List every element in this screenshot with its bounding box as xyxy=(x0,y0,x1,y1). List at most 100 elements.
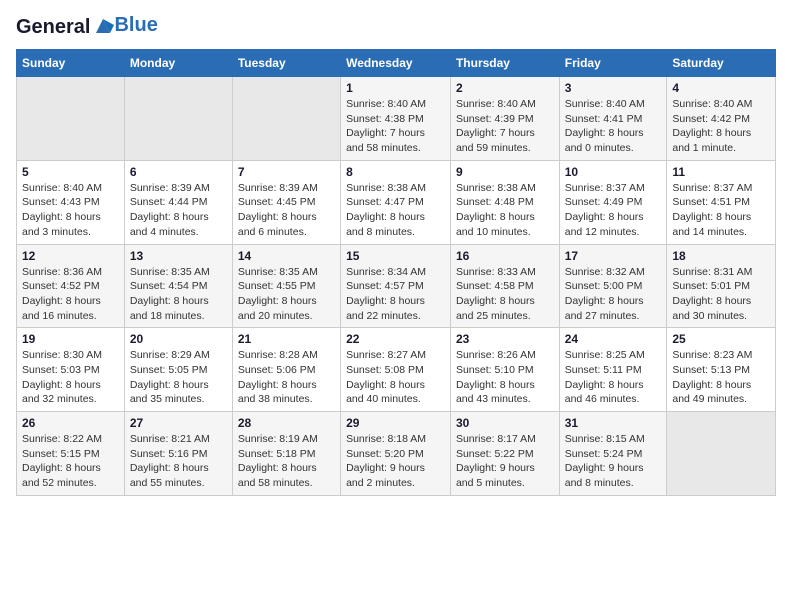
logo: General Blue xyxy=(16,16,158,39)
day-number: 29 xyxy=(346,416,445,430)
day-number: 16 xyxy=(456,249,554,263)
day-content: Sunrise: 8:21 AM Sunset: 5:16 PM Dayligh… xyxy=(130,432,227,491)
calendar-cell: 12 Sunrise: 8:36 AM Sunset: 4:52 PM Dayli… xyxy=(17,244,125,328)
day-number: 5 xyxy=(22,165,119,179)
calendar-cell: 15 Sunrise: 8:34 AM Sunset: 4:57 PM Dayli… xyxy=(341,244,451,328)
day-content: Sunrise: 8:15 AM Sunset: 5:24 PM Dayligh… xyxy=(565,432,662,491)
day-content: Sunrise: 8:27 AM Sunset: 5:08 PM Dayligh… xyxy=(346,348,445,407)
calendar-cell xyxy=(124,77,232,161)
calendar-cell: 23 Sunrise: 8:26 AM Sunset: 5:10 PM Dayli… xyxy=(450,328,559,412)
calendar-cell: 7 Sunrise: 8:39 AM Sunset: 4:45 PM Daylig… xyxy=(232,160,340,244)
weekday-header-cell: Wednesday xyxy=(341,50,451,77)
day-number: 24 xyxy=(565,332,662,346)
calendar-cell: 16 Sunrise: 8:33 AM Sunset: 4:58 PM Dayli… xyxy=(450,244,559,328)
day-number: 3 xyxy=(565,81,662,95)
calendar-cell: 9 Sunrise: 8:38 AM Sunset: 4:48 PM Daylig… xyxy=(450,160,559,244)
calendar-cell: 18Sunrise: 8:31 AM Sunset: 5:01 PM Dayli… xyxy=(667,244,776,328)
calendar-cell xyxy=(667,412,776,496)
calendar-table: SundayMondayTuesdayWednesdayThursdayFrid… xyxy=(16,49,776,496)
day-content: Sunrise: 8:29 AM Sunset: 5:05 PM Dayligh… xyxy=(130,348,227,407)
day-number: 1 xyxy=(346,81,445,95)
day-content: Sunrise: 8:39 AM Sunset: 4:45 PM Dayligh… xyxy=(238,181,335,240)
day-content: Sunrise: 8:28 AM Sunset: 5:06 PM Dayligh… xyxy=(238,348,335,407)
day-content: Sunrise: 8:23 AM Sunset: 5:13 PM Dayligh… xyxy=(672,348,770,407)
day-number: 26 xyxy=(22,416,119,430)
calendar-cell: 19 Sunrise: 8:30 AM Sunset: 5:03 PM Dayli… xyxy=(17,328,125,412)
day-number: 30 xyxy=(456,416,554,430)
weekday-header-cell: Tuesday xyxy=(232,50,340,77)
calendar-cell: 2 Sunrise: 8:40 AM Sunset: 4:39 PM Daylig… xyxy=(450,77,559,161)
day-content: Sunrise: 8:19 AM Sunset: 5:18 PM Dayligh… xyxy=(238,432,335,491)
logo-general: General xyxy=(16,16,90,39)
calendar-cell: 26 Sunrise: 8:22 AM Sunset: 5:15 PM Dayli… xyxy=(17,412,125,496)
calendar-cell: 3 Sunrise: 8:40 AM Sunset: 4:41 PM Daylig… xyxy=(559,77,667,161)
day-content: Sunrise: 8:40 AM Sunset: 4:38 PM Dayligh… xyxy=(346,97,445,156)
logo-icon: General Blue xyxy=(16,16,158,39)
day-content: Sunrise: 8:36 AM Sunset: 4:52 PM Dayligh… xyxy=(22,265,119,324)
calendar-cell: 31 Sunrise: 8:15 AM Sunset: 5:24 PM Dayli… xyxy=(559,412,667,496)
day-number: 19 xyxy=(22,332,119,346)
calendar-cell: 30 Sunrise: 8:17 AM Sunset: 5:22 PM Dayli… xyxy=(450,412,559,496)
calendar-cell: 10 Sunrise: 8:37 AM Sunset: 4:49 PM Dayli… xyxy=(559,160,667,244)
day-number: 31 xyxy=(565,416,662,430)
day-number: 7 xyxy=(238,165,335,179)
calendar-cell: 11Sunrise: 8:37 AM Sunset: 4:51 PM Dayli… xyxy=(667,160,776,244)
calendar-cell: 8 Sunrise: 8:38 AM Sunset: 4:47 PM Daylig… xyxy=(341,160,451,244)
day-content: Sunrise: 8:40 AM Sunset: 4:41 PM Dayligh… xyxy=(565,97,662,156)
day-number: 14 xyxy=(238,249,335,263)
day-content: Sunrise: 8:38 AM Sunset: 4:48 PM Dayligh… xyxy=(456,181,554,240)
day-number: 25 xyxy=(672,332,770,346)
calendar-cell: 21 Sunrise: 8:28 AM Sunset: 5:06 PM Dayli… xyxy=(232,328,340,412)
day-content: Sunrise: 8:38 AM Sunset: 4:47 PM Dayligh… xyxy=(346,181,445,240)
logo-bird-icon xyxy=(92,15,114,37)
weekday-header-cell: Monday xyxy=(124,50,232,77)
calendar-cell: 5Sunrise: 8:40 AM Sunset: 4:43 PM Daylig… xyxy=(17,160,125,244)
calendar-cell xyxy=(17,77,125,161)
day-number: 2 xyxy=(456,81,554,95)
calendar-week-row: 26 Sunrise: 8:22 AM Sunset: 5:15 PM Dayli… xyxy=(17,412,776,496)
day-number: 20 xyxy=(130,332,227,346)
day-content: Sunrise: 8:37 AM Sunset: 4:51 PM Dayligh… xyxy=(672,181,770,240)
day-content: Sunrise: 8:35 AM Sunset: 4:55 PM Dayligh… xyxy=(238,265,335,324)
weekday-header-cell: Friday xyxy=(559,50,667,77)
calendar-cell: 22 Sunrise: 8:27 AM Sunset: 5:08 PM Dayli… xyxy=(341,328,451,412)
day-content: Sunrise: 8:30 AM Sunset: 5:03 PM Dayligh… xyxy=(22,348,119,407)
calendar-week-row: 5Sunrise: 8:40 AM Sunset: 4:43 PM Daylig… xyxy=(17,160,776,244)
day-number: 21 xyxy=(238,332,335,346)
calendar-cell: 17 Sunrise: 8:32 AM Sunset: 5:00 PM Dayli… xyxy=(559,244,667,328)
calendar-cell: 27 Sunrise: 8:21 AM Sunset: 5:16 PM Dayli… xyxy=(124,412,232,496)
logo-blue: Blue xyxy=(114,14,157,37)
day-number: 17 xyxy=(565,249,662,263)
day-content: Sunrise: 8:17 AM Sunset: 5:22 PM Dayligh… xyxy=(456,432,554,491)
calendar-cell: 4Sunrise: 8:40 AM Sunset: 4:42 PM Daylig… xyxy=(667,77,776,161)
day-number: 6 xyxy=(130,165,227,179)
day-content: Sunrise: 8:40 AM Sunset: 4:39 PM Dayligh… xyxy=(456,97,554,156)
day-number: 18 xyxy=(672,249,770,263)
day-number: 28 xyxy=(238,416,335,430)
calendar-cell: 14 Sunrise: 8:35 AM Sunset: 4:55 PM Dayli… xyxy=(232,244,340,328)
weekday-header-cell: Thursday xyxy=(450,50,559,77)
day-number: 12 xyxy=(22,249,119,263)
day-content: Sunrise: 8:32 AM Sunset: 5:00 PM Dayligh… xyxy=(565,265,662,324)
day-content: Sunrise: 8:40 AM Sunset: 4:42 PM Dayligh… xyxy=(672,97,770,156)
day-content: Sunrise: 8:26 AM Sunset: 5:10 PM Dayligh… xyxy=(456,348,554,407)
day-content: Sunrise: 8:34 AM Sunset: 4:57 PM Dayligh… xyxy=(346,265,445,324)
day-number: 9 xyxy=(456,165,554,179)
day-number: 8 xyxy=(346,165,445,179)
calendar-cell: 24Sunrise: 8:25 AM Sunset: 5:11 PM Dayli… xyxy=(559,328,667,412)
weekday-header-cell: Saturday xyxy=(667,50,776,77)
calendar-cell: 13Sunrise: 8:35 AM Sunset: 4:54 PM Dayli… xyxy=(124,244,232,328)
day-number: 10 xyxy=(565,165,662,179)
calendar-week-row: 19 Sunrise: 8:30 AM Sunset: 5:03 PM Dayli… xyxy=(17,328,776,412)
day-number: 22 xyxy=(346,332,445,346)
day-number: 23 xyxy=(456,332,554,346)
calendar-cell xyxy=(232,77,340,161)
calendar-cell: 28 Sunrise: 8:19 AM Sunset: 5:18 PM Dayli… xyxy=(232,412,340,496)
day-number: 27 xyxy=(130,416,227,430)
day-content: Sunrise: 8:37 AM Sunset: 4:49 PM Dayligh… xyxy=(565,181,662,240)
calendar-week-row: 12 Sunrise: 8:36 AM Sunset: 4:52 PM Dayli… xyxy=(17,244,776,328)
day-content: Sunrise: 8:33 AM Sunset: 4:58 PM Dayligh… xyxy=(456,265,554,324)
day-content: Sunrise: 8:22 AM Sunset: 5:15 PM Dayligh… xyxy=(22,432,119,491)
day-number: 15 xyxy=(346,249,445,263)
day-content: Sunrise: 8:39 AM Sunset: 4:44 PM Dayligh… xyxy=(130,181,227,240)
